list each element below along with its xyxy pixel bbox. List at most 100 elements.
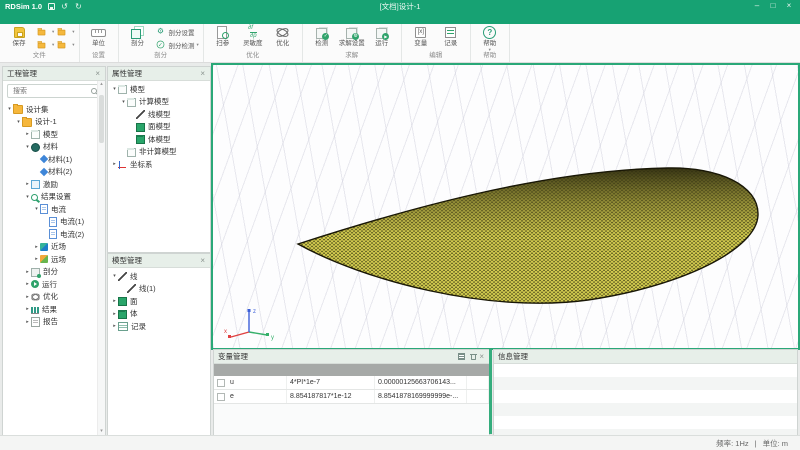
tree-item-label: 电流 — [51, 204, 66, 215]
ribbon-button[interactable]: 剖分检测 ▾ — [153, 38, 199, 51]
tree-item[interactable]: 非计算模型 — [108, 146, 210, 159]
caret-icon[interactable]: ▸ — [24, 306, 31, 312]
viewport-3d[interactable]: x y z — [211, 63, 800, 350]
tree-item[interactable]: 线(1) — [108, 283, 210, 296]
caret-icon[interactable]: ▸ — [33, 256, 40, 262]
tree-item[interactable]: 电流(1) — [3, 216, 105, 229]
caret-icon[interactable]: ▸ — [111, 311, 118, 317]
save-icon[interactable] — [47, 2, 56, 11]
caret-icon[interactable]: ▾ — [111, 86, 118, 92]
search-input[interactable] — [11, 87, 91, 96]
close-icon[interactable]: × — [199, 67, 206, 80]
scrollbar-thumb[interactable] — [99, 95, 104, 143]
tree-item[interactable]: ▾ 设计集 — [3, 103, 105, 116]
tree-item[interactable]: ▾ 模型 — [108, 83, 210, 96]
add-variable-icon[interactable] — [457, 352, 466, 361]
tree-item[interactable]: ▸ 坐标系 — [108, 158, 210, 171]
tree-item[interactable]: ▸ 剖分 — [3, 266, 105, 279]
tree-item[interactable]: ▾ 计算模型 — [108, 96, 210, 109]
ribbon-button[interactable]: 剖分 — [123, 25, 153, 51]
ribbon-tab[interactable] — [94, 12, 112, 24]
tree-item[interactable]: ▸ 模型 — [3, 128, 105, 141]
tree-item[interactable]: ▸ 近场 — [3, 241, 105, 254]
row-checkbox[interactable] — [214, 393, 227, 401]
tree-item[interactable]: ▾ 材料 — [3, 141, 105, 154]
delete-variable-icon[interactable] — [469, 352, 478, 361]
caret-icon[interactable]: ▸ — [111, 323, 118, 329]
ribbon-button[interactable]: 剖分设置 — [153, 25, 199, 38]
caret-icon[interactable]: ▸ — [111, 298, 118, 304]
caret-icon[interactable]: ▸ — [24, 269, 31, 275]
close-icon[interactable]: × — [94, 67, 101, 80]
caret-icon[interactable]: ▸ — [111, 161, 118, 167]
close-button[interactable]: × — [782, 0, 796, 12]
tree-item[interactable]: ▸ 结果 — [3, 303, 105, 316]
ribbon-button[interactable]: 帮助 ▾ — [475, 25, 505, 51]
caret-icon[interactable]: ▾ — [33, 206, 40, 212]
ribbon-tab[interactable] — [76, 12, 94, 24]
row-checkbox[interactable] — [214, 379, 227, 387]
caret-icon[interactable]: ▾ — [111, 273, 118, 279]
minimize-button[interactable]: – — [750, 0, 764, 12]
ribbon-tab[interactable] — [40, 12, 58, 24]
caret-icon[interactable]: ▾ — [15, 119, 22, 125]
caret-icon[interactable]: ▾ — [120, 99, 127, 105]
ribbon-tab[interactable] — [22, 12, 40, 24]
close-icon[interactable]: × — [478, 350, 485, 363]
ribbon-button[interactable]: 灵敏度 — [238, 25, 268, 51]
scroll-down-icon[interactable]: ▾ — [98, 428, 105, 435]
tree-item[interactable]: ▸ 运行 — [3, 278, 105, 291]
tree-item[interactable]: ▾ 结果设置 — [3, 191, 105, 204]
tree-item[interactable]: ▸ 报告 — [3, 316, 105, 329]
scrollbar[interactable]: ▴ ▾ — [97, 81, 105, 435]
airfoil-mesh-model[interactable] — [213, 65, 798, 348]
ribbon-button[interactable]: ▾ — [34, 38, 54, 51]
tree-item[interactable]: 体模型 — [108, 133, 210, 146]
ribbon-tab[interactable] — [4, 12, 22, 24]
caret-icon[interactable]: ▾ — [24, 194, 31, 200]
tree-item[interactable]: ▸ 激励 — [3, 178, 105, 191]
caret-icon[interactable]: ▸ — [24, 131, 31, 137]
ribbon-button[interactable]: 保存 — [4, 25, 34, 51]
tree-item[interactable]: ▾ 设计-1 — [3, 116, 105, 129]
ribbon-button[interactable]: 运行 — [367, 25, 397, 51]
tree-item[interactable]: 面模型 — [108, 121, 210, 134]
ribbon-button[interactable]: ▾ — [54, 38, 74, 51]
tree-item[interactable]: ▸ 优化 — [3, 291, 105, 304]
table-row[interactable]: u 4*PI*1e-7 0.00000125663706143... — [214, 376, 489, 390]
caret-icon[interactable]: ▸ — [24, 294, 31, 300]
tree-item[interactable]: ▸ 远场 — [3, 253, 105, 266]
tree-item[interactable]: 线模型 — [108, 108, 210, 121]
ribbon-button[interactable]: ▾ — [54, 25, 74, 38]
tree-item[interactable]: 材料(1) — [3, 153, 105, 166]
caret-icon[interactable]: ▾ — [6, 106, 13, 112]
ribbon-button[interactable]: 单位 — [84, 25, 114, 51]
ribbon-tab[interactable] — [58, 12, 76, 24]
ribbon-button[interactable]: 记录 — [436, 25, 466, 51]
ribbon-button[interactable]: 求解设置 — [337, 25, 367, 51]
tree-item[interactable]: 电流(2) — [3, 228, 105, 241]
tree-item[interactable]: ▾ 电流 — [3, 203, 105, 216]
scroll-up-icon[interactable]: ▴ — [98, 81, 105, 88]
panel-splitter[interactable] — [489, 349, 492, 434]
undo-icon[interactable] — [61, 2, 70, 11]
ribbon-button[interactable]: ▾ — [34, 25, 54, 38]
close-icon[interactable]: × — [199, 254, 206, 267]
caret-icon[interactable]: ▸ — [24, 281, 31, 287]
redo-icon[interactable] — [75, 2, 84, 11]
ribbon-button[interactable]: 检测 — [307, 25, 337, 51]
caret-icon[interactable]: ▸ — [33, 244, 40, 250]
ribbon-button[interactable]: 扫参 — [208, 25, 238, 51]
caret-icon[interactable]: ▸ — [24, 319, 31, 325]
tree-item[interactable]: ▸ 记录 — [108, 320, 210, 333]
tree-item[interactable]: ▸ 体 — [108, 308, 210, 321]
caret-icon[interactable]: ▾ — [24, 144, 31, 150]
maximize-button[interactable]: □ — [766, 0, 780, 12]
table-row[interactable]: e 8.854187817*1e-12 8.8541878169999999e-… — [214, 390, 489, 404]
tree-item[interactable]: 材料(2) — [3, 166, 105, 179]
ribbon-button[interactable]: 变量 — [406, 25, 436, 51]
caret-icon[interactable]: ▸ — [24, 181, 31, 187]
tree-item[interactable]: ▾ 线 — [108, 270, 210, 283]
tree-item[interactable]: ▸ 面 — [108, 295, 210, 308]
ribbon-button[interactable]: 优化 — [268, 25, 298, 51]
